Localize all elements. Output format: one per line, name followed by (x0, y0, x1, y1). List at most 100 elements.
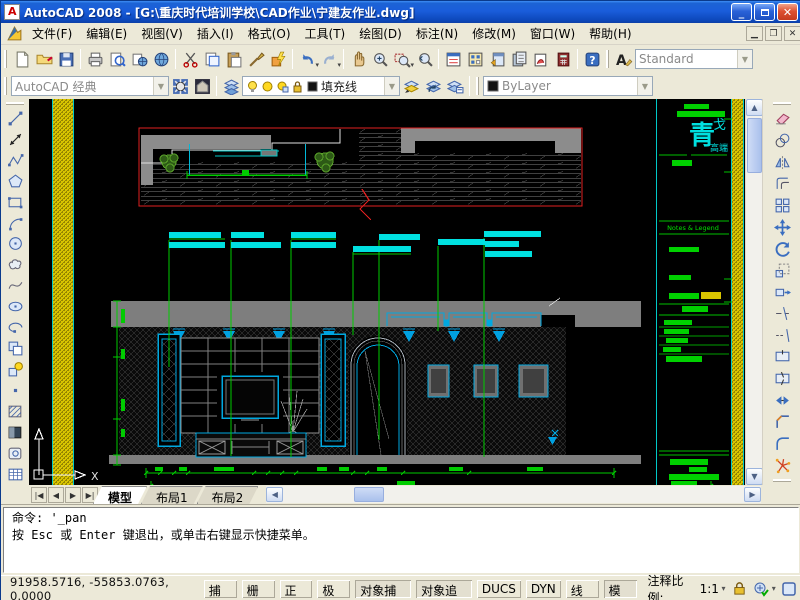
title-bar[interactable]: AutoCAD 2008 - [G:\重庆时代培训学校\CAD作业\宁建友作业.… (1, 1, 800, 23)
scroll-right-icon[interactable]: ▶ (744, 487, 761, 502)
workspace-combo[interactable]: AutoCAD 经典 ▼ (11, 76, 169, 96)
zoom-previous-button[interactable] (413, 48, 435, 70)
menu-view[interactable]: 视图(V) (134, 22, 190, 45)
break-button[interactable] (771, 368, 793, 390)
layer-previous-button[interactable] (422, 75, 444, 97)
plot-preview-button[interactable] (106, 48, 128, 70)
sheetset-manager-button[interactable] (508, 48, 530, 70)
erase-button[interactable] (771, 108, 793, 130)
text-style-combo[interactable]: Standard ▼ (635, 49, 753, 69)
tab-layout2[interactable]: 布局2 (197, 486, 259, 504)
spline-button[interactable] (4, 275, 26, 296)
tool-palettes-button[interactable] (486, 48, 508, 70)
menu-draw[interactable]: 绘图(D) (352, 22, 409, 45)
insert-block-button[interactable] (4, 338, 26, 359)
polyline-button[interactable] (4, 150, 26, 171)
menu-window[interactable]: 窗口(W) (523, 22, 582, 45)
make-block-button[interactable] (4, 359, 26, 380)
toggle-ducs[interactable]: DUCS (476, 579, 522, 599)
menu-insert[interactable]: 插入(I) (190, 22, 241, 45)
new-file-button[interactable] (11, 48, 33, 70)
layer-color-swatch[interactable] (306, 80, 319, 93)
workspace-settings-button[interactable] (169, 75, 191, 97)
my-workspace-button[interactable] (191, 75, 213, 97)
tab-layout1[interactable]: 布局1 (141, 486, 203, 504)
toggle-polar[interactable]: 极轴 (316, 579, 351, 599)
toolbar-grip[interactable] (4, 77, 9, 95)
toolbar-grip[interactable] (606, 50, 611, 68)
circle-button[interactable] (4, 233, 26, 254)
scroll-up-icon[interactable]: ▲ (746, 99, 763, 116)
toolbar-grip[interactable] (4, 50, 9, 68)
toggle-dyn[interactable]: DYN (525, 579, 562, 599)
toggle-osnap[interactable]: 对象捕捉 (354, 579, 412, 599)
layer-lock-icon[interactable] (291, 80, 304, 93)
pan-button[interactable] (347, 48, 369, 70)
toggle-lineweight[interactable]: 线宽 (565, 579, 600, 599)
move-button[interactable] (771, 216, 793, 238)
menu-modify[interactable]: 修改(M) (465, 22, 523, 45)
help-button[interactable]: ? (581, 48, 603, 70)
command-input-area[interactable]: 命令: '_pan 按 Esc 或 Enter 键退出，或单击右键显示快捷菜单。 (3, 507, 799, 573)
ellipse-button[interactable] (4, 296, 26, 317)
mdi-restore-button[interactable]: ❐ (765, 26, 782, 41)
make-object-layer-current-button[interactable] (400, 75, 422, 97)
tab-model[interactable]: 模型 (93, 486, 147, 504)
hatch-button[interactable] (4, 401, 26, 422)
vertical-scrollbar[interactable]: ▲ ▼ (745, 99, 762, 485)
zoom-window-button[interactable]: ▾ (391, 48, 413, 70)
tab-next-icon[interactable]: ▶ (65, 487, 81, 503)
zoom-realtime-button[interactable] (369, 48, 391, 70)
chevron-down-icon[interactable]: ▼ (153, 77, 168, 95)
menu-edit[interactable]: 编辑(E) (79, 22, 134, 45)
menu-tools[interactable]: 工具(T) (298, 22, 353, 45)
array-button[interactable] (771, 195, 793, 217)
quickcalc-button[interactable] (552, 48, 574, 70)
join-button[interactable] (771, 389, 793, 411)
scroll-left-icon[interactable]: ◀ (266, 487, 283, 502)
paste-button[interactable] (223, 48, 245, 70)
revision-cloud-button[interactable] (4, 254, 26, 275)
toggle-otrack[interactable]: 对象追踪 (415, 579, 473, 599)
block-editor-button[interactable] (267, 48, 289, 70)
color-combo[interactable]: ByLayer ▼ (483, 76, 653, 96)
toggle-grid[interactable]: 栅格 (241, 579, 276, 599)
layer-on-bulb-icon[interactable] (246, 80, 259, 93)
line-button[interactable] (4, 108, 26, 129)
horizontal-scrollbar[interactable]: ◀ ▶ (266, 486, 761, 503)
construction-line-button[interactable] (4, 129, 26, 150)
copy-clip-button[interactable] (201, 48, 223, 70)
polygon-button[interactable] (4, 171, 26, 192)
toolbar-grip[interactable] (773, 102, 791, 107)
minimize-button[interactable]: _ (731, 3, 752, 21)
trim-button[interactable] (771, 303, 793, 325)
mirror-button[interactable] (771, 151, 793, 173)
copy-button[interactable] (771, 130, 793, 152)
redo-button[interactable]: ▾ (318, 48, 340, 70)
toolbar-grip[interactable] (773, 479, 791, 484)
scale-button[interactable] (771, 260, 793, 282)
toolbar-grip[interactable] (476, 77, 481, 95)
undo-button[interactable]: ▾ (296, 48, 318, 70)
region-button[interactable] (4, 443, 26, 464)
tab-prev-icon[interactable]: ◀ (48, 487, 64, 503)
annotation-visibility-icon[interactable] (753, 580, 770, 598)
mdi-minimize-button[interactable]: ▁ (746, 26, 763, 41)
chevron-down-icon[interactable]: ▼ (737, 50, 752, 68)
open-file-button[interactable] (33, 48, 55, 70)
cut-button[interactable] (179, 48, 201, 70)
arc-button[interactable] (4, 213, 26, 234)
menu-format[interactable]: 格式(O) (241, 22, 298, 45)
save-button[interactable] (55, 48, 77, 70)
menu-help[interactable]: 帮助(H) (582, 22, 638, 45)
chevron-down-icon[interactable]: ▼ (637, 77, 652, 95)
status-menu-chevron-icon[interactable]: ▾ (772, 584, 776, 593)
ellipse-arc-button[interactable] (4, 317, 26, 338)
drawing-canvas[interactable]: 青 戈 高端 Notes & Legend (29, 99, 745, 485)
toolbar-lock-icon[interactable] (730, 580, 747, 598)
close-button[interactable]: ✕ (777, 3, 798, 21)
rectangle-button[interactable] (4, 192, 26, 213)
horizontal-scroll-thumb[interactable] (354, 487, 384, 502)
plot-button[interactable] (84, 48, 106, 70)
fillet-button[interactable] (771, 433, 793, 455)
